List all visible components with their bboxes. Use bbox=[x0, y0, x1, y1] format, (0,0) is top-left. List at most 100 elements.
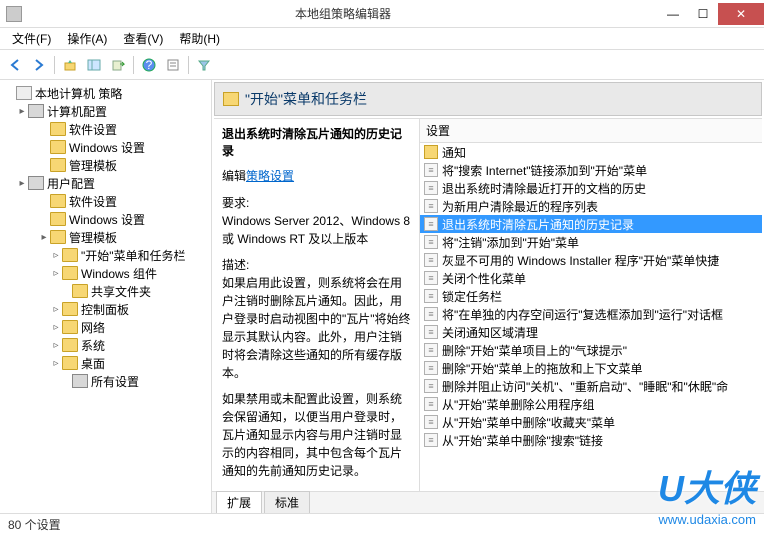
bottom-tabs: 扩展 标准 bbox=[212, 491, 764, 513]
list-item[interactable]: ≡将"在单独的内存空间运行"复选框添加到"运行"对话框 bbox=[420, 305, 762, 323]
filter-button[interactable] bbox=[193, 54, 215, 76]
folder-icon bbox=[72, 284, 88, 298]
list-item[interactable]: ≡将"注销"添加到"开始"菜单 bbox=[420, 233, 762, 251]
separator bbox=[54, 56, 55, 74]
list-header[interactable]: 设置 bbox=[420, 119, 762, 143]
policy-settings-link[interactable]: 策略设置 bbox=[246, 169, 294, 183]
policy-icon: ≡ bbox=[424, 217, 438, 231]
separator bbox=[188, 56, 189, 74]
settings-list-pane[interactable]: 设置 通知 ≡将"搜索 Internet"链接添加到"开始"菜单 ≡退出系统时清… bbox=[419, 118, 762, 491]
edit-line: 编辑策略设置 bbox=[222, 167, 411, 184]
separator bbox=[133, 56, 134, 74]
svg-text:?: ? bbox=[146, 58, 153, 72]
main-area: 本地计算机 策略 ▸计算机配置 软件设置 Windows 设置 管理模板 ▸用户… bbox=[0, 80, 764, 513]
folder-icon bbox=[62, 266, 78, 280]
expander-icon[interactable]: ▹ bbox=[50, 340, 62, 351]
list-item[interactable]: ≡关闭通知区域清理 bbox=[420, 323, 762, 341]
list-item[interactable]: ≡删除并阻止访问"关机"、"重新启动"、"睡眠"和"休眠"命 bbox=[420, 377, 762, 395]
close-button[interactable]: ✕ bbox=[718, 3, 764, 25]
list-folder[interactable]: 通知 bbox=[420, 143, 762, 161]
back-button[interactable] bbox=[4, 54, 26, 76]
policy-icon: ≡ bbox=[424, 253, 438, 267]
export-button[interactable] bbox=[107, 54, 129, 76]
menu-help[interactable]: 帮助(H) bbox=[171, 28, 228, 49]
policy-icon: ≡ bbox=[424, 163, 438, 177]
tree-item[interactable]: ▹控制面板 bbox=[0, 300, 211, 318]
list-item[interactable]: ≡退出系统时清除最近打开的文档的历史 bbox=[420, 179, 762, 197]
expander-icon[interactable]: ▸ bbox=[16, 106, 28, 117]
tab-standard[interactable]: 标准 bbox=[264, 491, 310, 513]
list-item[interactable]: ≡关闭个性化菜单 bbox=[420, 269, 762, 287]
tree-item[interactable]: 共享文件夹 bbox=[0, 282, 211, 300]
settings-icon bbox=[72, 374, 88, 388]
tree-computer-config[interactable]: ▸计算机配置 bbox=[0, 102, 211, 120]
expander-icon[interactable]: ▹ bbox=[50, 322, 62, 333]
list-item-selected[interactable]: ≡退出系统时清除瓦片通知的历史记录 bbox=[420, 215, 762, 233]
tree-item[interactable]: Windows 设置 bbox=[0, 138, 211, 156]
folder-icon bbox=[223, 92, 239, 106]
folder-icon bbox=[50, 122, 66, 136]
folder-icon bbox=[50, 230, 66, 244]
expander-icon[interactable]: ▹ bbox=[50, 304, 62, 315]
folder-icon bbox=[62, 302, 78, 316]
list-item[interactable]: ≡灰显不可用的 Windows Installer 程序"开始"菜单快捷 bbox=[420, 251, 762, 269]
tree-admin-templates[interactable]: ▸管理模板 bbox=[0, 228, 211, 246]
tree-user-config[interactable]: ▸用户配置 bbox=[0, 174, 211, 192]
policy-icon: ≡ bbox=[424, 289, 438, 303]
expander-icon[interactable]: ▹ bbox=[50, 268, 62, 279]
list-item[interactable]: ≡从"开始"菜单删除公用程序组 bbox=[420, 395, 762, 413]
policy-icon: ≡ bbox=[424, 325, 438, 339]
menu-view[interactable]: 查看(V) bbox=[115, 28, 171, 49]
policy-icon: ≡ bbox=[424, 235, 438, 249]
tree-item[interactable]: ▹Windows 组件 bbox=[0, 264, 211, 282]
show-hide-tree-button[interactable] bbox=[83, 54, 105, 76]
title-bar: 本地组策略编辑器 — ☐ ✕ bbox=[0, 0, 764, 28]
setting-name: 退出系统时清除瓦片通知的历史记录 bbox=[222, 125, 411, 159]
description-pane[interactable]: 退出系统时清除瓦片通知的历史记录 编辑策略设置 要求: Windows Serv… bbox=[214, 118, 419, 491]
tree-item[interactable]: 所有设置 bbox=[0, 372, 211, 390]
tree-item[interactable]: ▹桌面 bbox=[0, 354, 211, 372]
expander-icon[interactable]: ▸ bbox=[38, 232, 50, 243]
properties-button[interactable] bbox=[162, 54, 184, 76]
up-button[interactable] bbox=[59, 54, 81, 76]
help-button[interactable]: ? bbox=[138, 54, 160, 76]
maximize-button[interactable]: ☐ bbox=[688, 3, 718, 25]
tree-item[interactable]: 软件设置 bbox=[0, 192, 211, 210]
tree-item[interactable]: 管理模板 bbox=[0, 156, 211, 174]
folder-icon bbox=[62, 338, 78, 352]
content-header: "开始"菜单和任务栏 bbox=[214, 82, 762, 116]
tree-item[interactable]: 软件设置 bbox=[0, 120, 211, 138]
forward-button[interactable] bbox=[28, 54, 50, 76]
tree-item[interactable]: ▹系统 bbox=[0, 336, 211, 354]
description-p1: 如果启用此设置，则系统将会在用户注销时删除瓦片通知。因此，用户登录时启动视图中的… bbox=[222, 274, 411, 382]
folder-icon bbox=[424, 145, 438, 159]
tree-pane[interactable]: 本地计算机 策略 ▸计算机配置 软件设置 Windows 设置 管理模板 ▸用户… bbox=[0, 80, 212, 513]
list-item[interactable]: ≡锁定任务栏 bbox=[420, 287, 762, 305]
folder-icon bbox=[50, 194, 66, 208]
tree-item[interactable]: Windows 设置 bbox=[0, 210, 211, 228]
list-item[interactable]: ≡删除"开始"菜单上的拖放和上下文菜单 bbox=[420, 359, 762, 377]
tree-startmenu[interactable]: ▹"开始"菜单和任务栏 bbox=[0, 246, 211, 264]
menu-bar: 文件(F) 操作(A) 查看(V) 帮助(H) bbox=[0, 28, 764, 50]
folder-icon bbox=[50, 140, 66, 154]
list-item[interactable]: ≡从"开始"菜单中删除"收藏夹"菜单 bbox=[420, 413, 762, 431]
user-icon bbox=[28, 176, 44, 190]
tree-root[interactable]: 本地计算机 策略 bbox=[0, 84, 211, 102]
list-item[interactable]: ≡将"搜索 Internet"链接添加到"开始"菜单 bbox=[420, 161, 762, 179]
policy-icon: ≡ bbox=[424, 415, 438, 429]
expander-icon[interactable]: ▹ bbox=[50, 250, 62, 261]
menu-file[interactable]: 文件(F) bbox=[4, 28, 59, 49]
menu-action[interactable]: 操作(A) bbox=[59, 28, 115, 49]
policy-icon: ≡ bbox=[424, 307, 438, 321]
minimize-button[interactable]: — bbox=[658, 3, 688, 25]
tab-extended[interactable]: 扩展 bbox=[216, 491, 262, 513]
expander-icon[interactable]: ▹ bbox=[50, 358, 62, 369]
folder-icon bbox=[62, 356, 78, 370]
expander-icon[interactable]: ▸ bbox=[16, 178, 28, 189]
list-item[interactable]: ≡为新用户清除最近的程序列表 bbox=[420, 197, 762, 215]
requirements-text: Windows Server 2012、Windows 8 或 Windows … bbox=[222, 212, 411, 248]
list-item[interactable]: ≡删除"开始"菜单项目上的"气球提示" bbox=[420, 341, 762, 359]
window-controls: — ☐ ✕ bbox=[658, 3, 764, 25]
list-item[interactable]: ≡从"开始"菜单中删除"搜索"链接 bbox=[420, 431, 762, 449]
tree-item[interactable]: ▹网络 bbox=[0, 318, 211, 336]
